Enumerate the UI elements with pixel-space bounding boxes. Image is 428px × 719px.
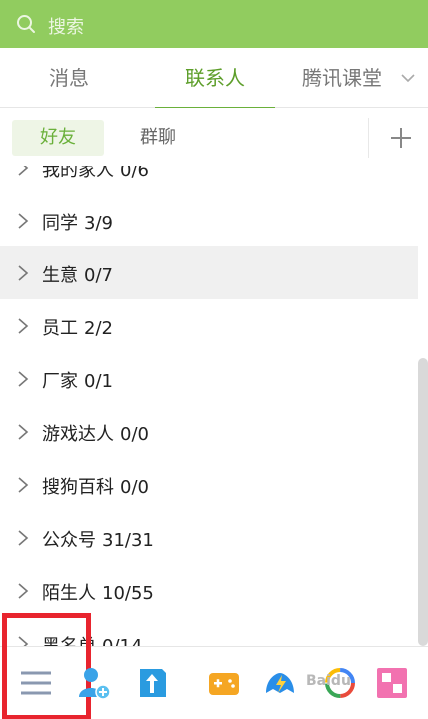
- game-icon[interactable]: [206, 665, 242, 701]
- group-row[interactable]: 员工 2/2: [0, 299, 418, 352]
- tab-tencent-classroom[interactable]: 腾讯课堂: [290, 48, 428, 108]
- group-label: 陌生人 10/55: [42, 579, 154, 605]
- group-count: 0/14: [102, 636, 142, 646]
- group-name: 厂家: [42, 371, 78, 392]
- group-count: 31/31: [102, 530, 154, 551]
- group-row[interactable]: 游戏达人 0/0: [0, 405, 418, 458]
- group-label: 游戏达人 0/0: [42, 420, 149, 446]
- group-name: 游戏达人: [42, 424, 114, 445]
- group-label: 同学 3/9: [42, 209, 113, 235]
- subtab-friends[interactable]: 好友: [12, 120, 104, 156]
- group-label: 搜狗百科 0/0: [42, 473, 149, 499]
- bottom-toolbar: Baidu: [0, 613, 428, 719]
- tab-messages[interactable]: 消息: [0, 48, 138, 108]
- chevron-down-icon: [401, 74, 415, 83]
- tab-contacts[interactable]: 联系人: [155, 48, 275, 109]
- pin-icon[interactable]: [134, 665, 170, 701]
- group-count: 0/0: [120, 424, 149, 445]
- group-count: 3/9: [84, 213, 113, 234]
- group-row[interactable]: 搜狗百科 0/0: [0, 458, 418, 511]
- group-row[interactable]: 厂家 0/1: [0, 352, 418, 405]
- menu-icon[interactable]: [18, 665, 54, 701]
- chevron-right-icon: [18, 166, 29, 176]
- group-label: 生意 0/7: [42, 261, 113, 287]
- contact-subtabs: 好友 群聊: [0, 108, 428, 166]
- pink-app-icon[interactable]: [374, 665, 410, 701]
- group-name: 员工: [42, 318, 78, 339]
- add-contact-icon[interactable]: [76, 665, 112, 701]
- group-count: 0/6: [120, 166, 149, 181]
- contact-group-list[interactable]: 我的家人 0/6 同学 3/9 生意 0/7 员工 2/2 厂家 0/1 游戏达人 0/0 …: [0, 166, 428, 646]
- list-scrollbar[interactable]: [418, 358, 428, 646]
- chevron-right-icon: [18, 318, 29, 334]
- search-icon: [17, 15, 35, 33]
- group-name: 同学: [42, 213, 78, 234]
- chevron-right-icon: [18, 477, 29, 493]
- group-label: 公众号 31/31: [42, 526, 154, 552]
- group-count: 0/7: [84, 265, 113, 286]
- chevron-right-icon: [18, 265, 29, 281]
- group-count: 10/55: [102, 583, 154, 604]
- group-label: 我的家人 0/6: [42, 166, 149, 182]
- group-row[interactable]: 陌生人 10/55: [0, 564, 418, 617]
- speed-icon[interactable]: [262, 665, 298, 701]
- chevron-right-icon: [18, 424, 29, 440]
- group-count: 0/0: [120, 477, 149, 498]
- group-name: 我的家人: [42, 166, 114, 181]
- group-label: 厂家 0/1: [42, 367, 113, 393]
- group-name: 公众号: [42, 530, 96, 551]
- main-tabs: 消息 联系人 腾讯课堂: [0, 48, 428, 109]
- group-count: 2/2: [84, 318, 113, 339]
- group-name: 搜狗百科: [42, 477, 114, 498]
- subtab-groups[interactable]: 群聊: [120, 120, 196, 156]
- tab-tencent-classroom-label: 腾讯课堂: [302, 66, 382, 90]
- search-bar[interactable]: 搜索: [0, 0, 428, 48]
- group-name: 陌生人: [42, 583, 96, 604]
- group-row[interactable]: 生意 0/7: [0, 246, 418, 299]
- group-label: 员工 2/2: [42, 314, 113, 340]
- group-count: 0/1: [84, 371, 113, 392]
- search-placeholder: 搜索: [48, 17, 84, 38]
- group-row[interactable]: 公众号 31/31: [0, 511, 418, 564]
- chevron-right-icon: [18, 583, 29, 599]
- watermark-text: Baidu: [306, 673, 351, 689]
- chevron-right-icon: [18, 371, 29, 387]
- group-row[interactable]: 我的家人 0/6: [0, 166, 418, 194]
- chevron-right-icon: [18, 530, 29, 546]
- chevron-right-icon: [18, 213, 29, 229]
- add-button[interactable]: [368, 118, 428, 158]
- group-row[interactable]: 同学 3/9: [0, 194, 418, 247]
- group-name: 生意: [42, 265, 78, 286]
- plus-icon: [391, 128, 411, 148]
